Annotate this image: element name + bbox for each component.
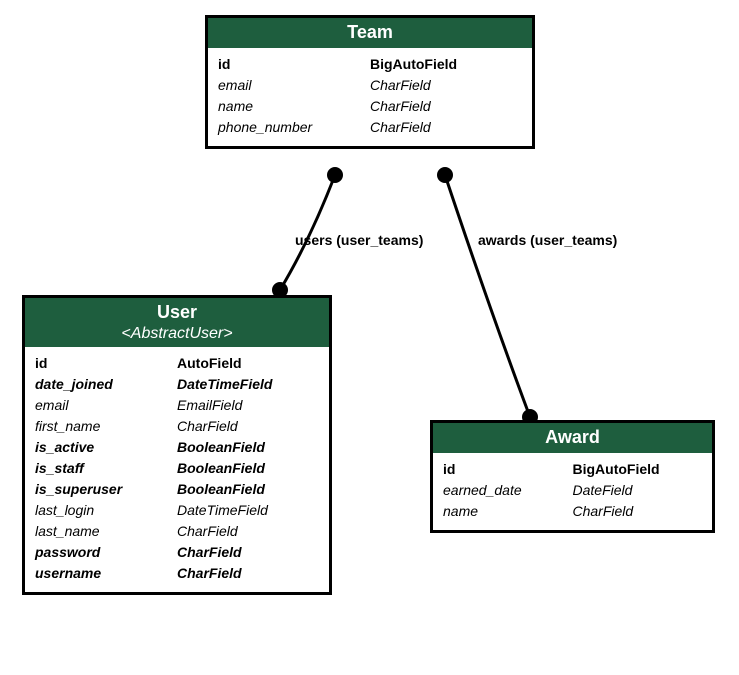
field-row: is_staffBooleanField: [35, 458, 319, 479]
field-name: username: [35, 563, 177, 584]
field-name: id: [35, 353, 177, 374]
field-name: password: [35, 542, 177, 563]
field-row: is_superuserBooleanField: [35, 479, 319, 500]
field-name: id: [443, 459, 573, 480]
field-name: first_name: [35, 416, 177, 437]
field-row: emailEmailField: [35, 395, 319, 416]
entity-team: Team idBigAutoFieldemailCharFieldnameCha…: [205, 15, 535, 149]
field-type: DateTimeField: [177, 374, 319, 395]
field-row: idAutoField: [35, 353, 319, 374]
entity-user-title: User: [25, 298, 329, 324]
field-type: BooleanField: [177, 479, 319, 500]
field-row: earned_dateDateField: [443, 480, 702, 501]
field-name: is_active: [35, 437, 177, 458]
field-row: nameCharField: [443, 501, 702, 522]
field-row: first_nameCharField: [35, 416, 319, 437]
field-type: CharField: [177, 563, 319, 584]
er-diagram-canvas: users (user_teams) awards (user_teams) T…: [0, 0, 739, 675]
field-type: BigAutoField: [370, 54, 522, 75]
field-type: CharField: [370, 96, 522, 117]
field-type: BooleanField: [177, 437, 319, 458]
field-row: is_activeBooleanField: [35, 437, 319, 458]
field-type: CharField: [573, 501, 703, 522]
field-name: earned_date: [443, 480, 573, 501]
field-name: last_name: [35, 521, 177, 542]
field-row: last_nameCharField: [35, 521, 319, 542]
field-type: BooleanField: [177, 458, 319, 479]
field-type: BigAutoField: [573, 459, 703, 480]
field-name: name: [218, 96, 370, 117]
relationship-label-awards: awards (user_teams): [478, 232, 617, 248]
field-type: DateTimeField: [177, 500, 319, 521]
field-name: last_login: [35, 500, 177, 521]
field-row: last_loginDateTimeField: [35, 500, 319, 521]
field-type: AutoField: [177, 353, 319, 374]
field-row: nameCharField: [218, 96, 522, 117]
entity-award-body: idBigAutoFieldearned_dateDateFieldnameCh…: [433, 453, 712, 530]
field-name: email: [218, 75, 370, 96]
entity-award-title: Award: [433, 423, 712, 453]
field-row: usernameCharField: [35, 563, 319, 584]
field-name: is_staff: [35, 458, 177, 479]
relationship-label-users: users (user_teams): [295, 232, 423, 248]
field-name: name: [443, 501, 573, 522]
field-row: passwordCharField: [35, 542, 319, 563]
entity-user-subtitle: <AbstractUser>: [25, 324, 329, 347]
field-name: date_joined: [35, 374, 177, 395]
field-row: emailCharField: [218, 75, 522, 96]
entity-award: Award idBigAutoFieldearned_dateDateField…: [430, 420, 715, 533]
field-name: email: [35, 395, 177, 416]
field-type: EmailField: [177, 395, 319, 416]
field-row: phone_numberCharField: [218, 117, 522, 138]
field-name: phone_number: [218, 117, 370, 138]
entity-user-body: idAutoFielddate_joinedDateTimeFieldemail…: [25, 347, 329, 592]
field-name: id: [218, 54, 370, 75]
entity-team-body: idBigAutoFieldemailCharFieldnameCharFiel…: [208, 48, 532, 146]
field-type: CharField: [370, 75, 522, 96]
field-type: CharField: [177, 521, 319, 542]
field-type: CharField: [177, 416, 319, 437]
entity-team-title: Team: [208, 18, 532, 48]
field-type: DateField: [573, 480, 703, 501]
field-row: idBigAutoField: [443, 459, 702, 480]
field-type: CharField: [370, 117, 522, 138]
field-type: CharField: [177, 542, 319, 563]
entity-user: User <AbstractUser> idAutoFielddate_join…: [22, 295, 332, 595]
field-row: idBigAutoField: [218, 54, 522, 75]
field-name: is_superuser: [35, 479, 177, 500]
field-row: date_joinedDateTimeField: [35, 374, 319, 395]
